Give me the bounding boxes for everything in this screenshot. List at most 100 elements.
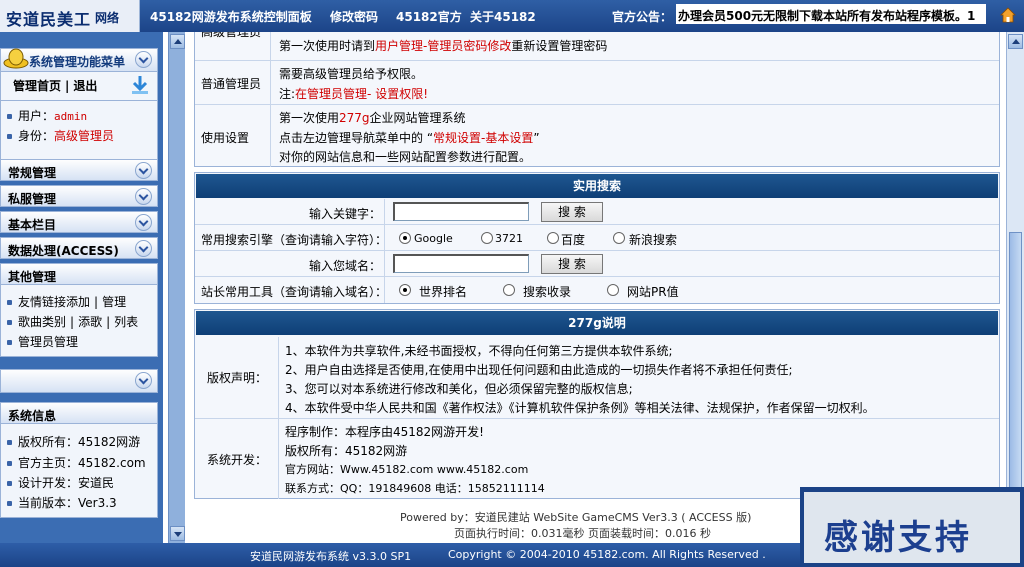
role-label: 身份： <box>18 129 55 143</box>
chevron-down-icon[interactable] <box>135 214 152 231</box>
role-normal-line1: 需要高级管理员给予权限。 <box>279 67 424 81</box>
usage-line2-link[interactable]: 常规设置-基本设置 <box>433 131 533 145</box>
bullet-icon <box>7 461 12 466</box>
main-content: 高级管理员 第一次使用时请到用户管理-管理员密码修改重新设置管理密码 普通管理员… <box>186 32 1006 543</box>
keyword-input[interactable] <box>393 202 529 221</box>
chevron-down-icon[interactable] <box>135 162 152 179</box>
radio-3721[interactable] <box>481 232 493 244</box>
radio-world-rank[interactable] <box>399 284 411 296</box>
nav-change-password[interactable]: 修改密码 <box>330 8 378 25</box>
roles-row-senior: 高级管理员 第一次使用时请到用户管理-管理员密码修改重新设置管理密码 <box>195 32 999 61</box>
role-normal-link[interactable]: 在管理员管理- 设置权限! <box>295 87 428 101</box>
thanks-text: 感谢支持 <box>824 518 972 558</box>
bullet-icon <box>7 481 12 486</box>
search-row-domain: 输入您域名： 搜 索 <box>195 251 999 277</box>
usage-line1-b: 277g <box>339 111 370 125</box>
radio-google[interactable] <box>399 232 411 244</box>
role-normal-note: 注: <box>279 87 296 101</box>
nav-control-panel[interactable]: 45182网游发布系统控制面板 <box>150 8 312 25</box>
roles-row-usage: 使用设置 第一次使用277g企业网站管理系统 点击左边管理导航菜单中的 “常规设… <box>195 105 999 167</box>
main-scrollbar[interactable] <box>1006 32 1024 543</box>
radio-index[interactable] <box>503 284 515 296</box>
other-management-panel: 友情链接添加 | 管理 歌曲类别 | 添歌 | 列表 管理员管理 <box>0 285 158 357</box>
tools-label: 站长常用工具（查询请输入域名）： <box>201 285 388 299</box>
engine-baidu-label: 百度 <box>561 233 586 247</box>
radio-pr[interactable] <box>607 284 619 296</box>
about-panel: 277g说明 版权声明： 1、本软件为共享软件,未经书面授权，不得向任何第三方提… <box>194 309 1000 499</box>
radio-baidu[interactable] <box>547 232 559 244</box>
search-title: 实用搜索 <box>196 174 998 198</box>
dev-line-3: 官方网站：Www.45182.com www.45182.com <box>285 463 529 476</box>
link-admin-manage[interactable]: 管理员管理 <box>18 335 78 349</box>
page-timing: 页面执行时间：0.031毫秒 页面装载时间：0.016 秒 <box>454 527 711 540</box>
engine-label: 常用搜索引擎（查询请输入字符）： <box>201 233 388 247</box>
menu-private-server[interactable]: 私服管理 <box>0 185 158 207</box>
role-normal-label: 普通管理员 <box>201 77 262 91</box>
chevron-down-icon[interactable] <box>135 51 152 68</box>
menu-data-processing[interactable]: 数据处理(ACCESS) <box>0 237 158 259</box>
copyright-line-2: 2、用户自由选择是否使用,在使用中出现任何问题和由此造成的一切损失作者将不承担任… <box>285 363 793 377</box>
menu-basic-columns[interactable]: 基本栏目 <box>0 211 158 233</box>
usage-line2-a: 点击左边管理导航菜单中的 “ <box>279 131 434 145</box>
logout-link[interactable]: 退出 <box>73 79 97 93</box>
scroll-up-arrow-icon[interactable] <box>170 34 185 49</box>
role-senior-text-a: 第一次使用时请到 <box>279 39 376 53</box>
home-icon[interactable] <box>1000 7 1016 23</box>
menu-general[interactable]: 常规管理 <box>0 159 158 181</box>
menu-private-server-label: 私服管理 <box>8 192 57 206</box>
role-senior-link[interactable]: 用户管理-管理员密码修改 <box>375 39 511 53</box>
domain-search-button[interactable]: 搜 索 <box>541 254 603 274</box>
home-link[interactable]: 管理首页 <box>13 79 61 93</box>
copyright-label: 版权声明： <box>207 371 268 385</box>
user-value: admin <box>54 110 88 123</box>
dev-line-2: 版权所有：45182网游 <box>285 444 408 458</box>
link-song-list[interactable]: 列表 <box>114 315 138 329</box>
download-icon <box>132 76 148 94</box>
logo-sub: 网络 <box>95 11 120 25</box>
role-senior-text-c: 重新设置管理密码 <box>511 39 608 53</box>
footer-system-name: 安道民网游发布系统 v3.3.0 SP1 <box>250 550 412 563</box>
scroll-down-arrow-icon[interactable] <box>170 526 185 541</box>
bullet-icon <box>7 320 12 325</box>
search-row-keyword: 输入关键字： 搜 索 <box>195 199 999 225</box>
link-song-category[interactable]: 歌曲类别 <box>18 315 66 329</box>
engine-sina-label: 新浪搜索 <box>629 233 678 247</box>
chevron-down-icon[interactable] <box>135 240 152 257</box>
dev-line-4: 联系方式：QQ：191849608 电话：15852111114 <box>285 482 545 495</box>
sys-designer: 设计开发：安道民 <box>18 476 115 490</box>
announce-marquee: 办理会员500元无限制下载本站所有发布站程序模板。1 <box>676 4 986 24</box>
thanks-banner: 感谢支持 <box>800 487 1024 567</box>
domain-label: 输入您域名： <box>309 259 382 273</box>
link-song-add[interactable]: 添歌 <box>78 315 102 329</box>
radio-sina[interactable] <box>613 232 625 244</box>
nav-about[interactable]: 关于45182 <box>470 8 536 25</box>
chevron-down-icon[interactable] <box>135 372 152 389</box>
system-info-panel: 版权所有：45182网游 官方主页：45182.com 设计开发：安道民 当前版… <box>0 424 158 518</box>
menu-general-label: 常规管理 <box>8 166 57 180</box>
footer-copyright: Copyright © 2004-2010 45182.com. All Rig… <box>448 548 766 561</box>
sidebar-top-title[interactable]: 系统管理功能菜单 <box>0 48 158 72</box>
tool-pr-label: 网站PR值 <box>627 285 679 299</box>
scroll-up-arrow-icon[interactable] <box>1008 34 1023 49</box>
usage-line1-a: 第一次使用 <box>279 111 340 125</box>
chevron-down-icon[interactable] <box>135 188 152 205</box>
scrollbar-thumb[interactable] <box>1009 232 1022 512</box>
logo[interactable]: 安道民美工 网络 <box>0 0 140 32</box>
roles-row-normal: 普通管理员 需要高级管理员给予权限。 注:在管理员管理- 设置权限! <box>195 61 999 105</box>
other-management-header: 其他管理 <box>0 263 158 285</box>
link-friend-add[interactable]: 友情链接添加 <box>18 295 90 309</box>
keyword-search-button[interactable]: 搜 索 <box>541 202 603 222</box>
sidebar-scrollbar[interactable] <box>168 32 185 543</box>
about-row-copyright: 版权声明： 1、本软件为共享软件,未经书面授权，不得向任何第三方提供本软件系统;… <box>195 337 999 419</box>
domain-input[interactable] <box>393 254 529 273</box>
empty-menu-header[interactable] <box>0 369 158 393</box>
sidebar: 系统管理功能菜单 管理首页 | 退出 用户：admin 身份：高级管理员 常规管理 … <box>0 32 163 543</box>
system-info-title: 系统信息 <box>8 409 57 423</box>
link-friend-manage[interactable]: 管理 <box>102 295 126 309</box>
roles-panel: 高级管理员 第一次使用时请到用户管理-管理员密码修改重新设置管理密码 普通管理员… <box>194 32 1000 167</box>
engine-3721-label: 3721 <box>495 232 523 245</box>
nav-official[interactable]: 45182官方 <box>396 8 462 25</box>
engine-google-label: Google <box>414 232 453 245</box>
search-row-engine: 常用搜索引擎（查询请输入字符）： Google 3721 百度 新浪搜索 <box>195 225 999 251</box>
usage-line3: 对你的网站信息和一些网站配置参数进行配置。 <box>279 150 532 164</box>
